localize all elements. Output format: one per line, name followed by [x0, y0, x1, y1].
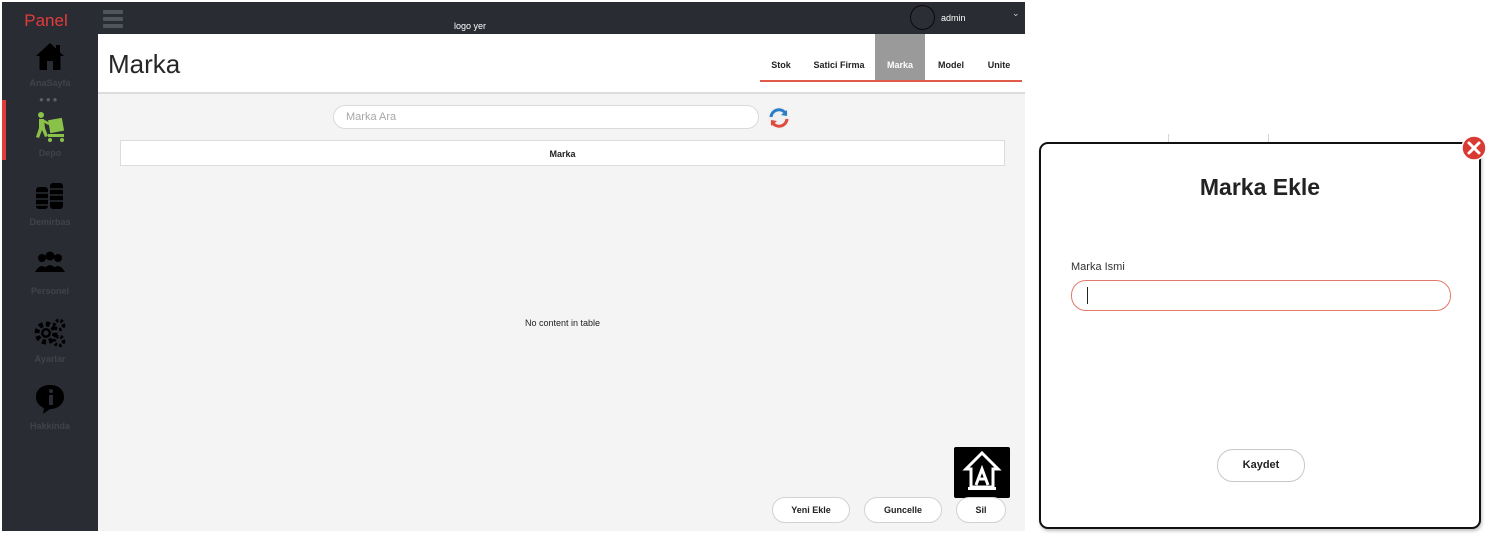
sidebar-item-label: AnaSayfa	[29, 78, 71, 88]
brand-logo-icon[interactable]	[954, 447, 1010, 498]
stacked-coins-icon	[33, 179, 67, 213]
tab-stok[interactable]: Stok	[760, 34, 802, 80]
text-caret	[1087, 287, 1088, 304]
save-button[interactable]: Kaydet	[1217, 449, 1305, 482]
dialog-title: Marka Ekle	[1199, 174, 1321, 200]
avatar[interactable]	[910, 5, 935, 30]
menu-icon[interactable]	[103, 10, 123, 28]
background-window-edge	[1268, 134, 1269, 142]
tab-marka[interactable]: Marka	[875, 34, 925, 80]
brand-name-field[interactable]	[1071, 280, 1451, 311]
update-button[interactable]: Guncelle	[864, 497, 942, 523]
people-icon	[33, 248, 67, 282]
brand-table: Marka	[120, 140, 1005, 166]
add-brand-dialog: Marka Ekle Marka Ismi Kaydet	[1039, 142, 1481, 529]
logo-text: logo yer	[454, 21, 487, 31]
brand-name-label: Marka Ismi	[1071, 261, 1125, 273]
home-icon	[33, 40, 67, 74]
sidebar-item-hakkinda[interactable]: Hakkinda	[2, 383, 98, 447]
warehouse-worker-icon	[33, 110, 67, 144]
sidebar-item-personel[interactable]: Personel	[2, 248, 98, 312]
search-input[interactable]	[333, 105, 759, 129]
sidebar-item-depo[interactable]: Depo	[2, 100, 98, 174]
app-window: Panel AnaSayfa ●●● Depo Demirbas Persone…	[2, 2, 1025, 531]
delete-button[interactable]: Sil	[956, 497, 1006, 523]
page-header: Marka Stok Satici Firma Marka Model Unit…	[98, 34, 1025, 94]
info-icon	[33, 383, 67, 417]
table-header-marka[interactable]: Marka	[121, 141, 1004, 167]
background-window-edge	[1168, 134, 1169, 142]
top-bar: logo yer admin ⌄	[98, 2, 1025, 34]
tab-model[interactable]: Model	[928, 34, 974, 80]
sidebar-item-ayarlar[interactable]: Ayarlar	[2, 316, 98, 380]
sidebar-item-label: Ayarlar	[34, 354, 66, 364]
gears-icon	[33, 316, 67, 350]
user-name[interactable]: admin	[941, 13, 966, 23]
sidebar-item-label: Demirbas	[29, 217, 71, 227]
sidebar-item-label: Hakkinda	[29, 421, 71, 431]
close-icon[interactable]	[1461, 135, 1487, 161]
empty-table-message: No content in table	[524, 318, 601, 328]
sidebar-item-label: Depo	[38, 148, 62, 158]
refresh-icon[interactable]	[767, 106, 791, 130]
dots-separator: ●●●	[39, 95, 60, 104]
page-title: Marka	[108, 49, 181, 79]
tab-satici-firma[interactable]: Satici Firma	[804, 34, 874, 80]
sidebar-item-label: Personel	[30, 286, 70, 296]
brand-title: Panel	[24, 11, 68, 30]
sidebar: Panel AnaSayfa ●●● Depo Demirbas Persone…	[2, 2, 98, 531]
tab-bar: Stok Satici Firma Marka Model Unite	[760, 34, 1022, 82]
chevron-down-icon[interactable]: ⌄	[1012, 8, 1020, 19]
new-button[interactable]: Yeni Ekle	[772, 497, 850, 523]
sidebar-item-demirbas[interactable]: Demirbas	[2, 179, 98, 243]
tab-unite[interactable]: Unite	[976, 34, 1022, 80]
